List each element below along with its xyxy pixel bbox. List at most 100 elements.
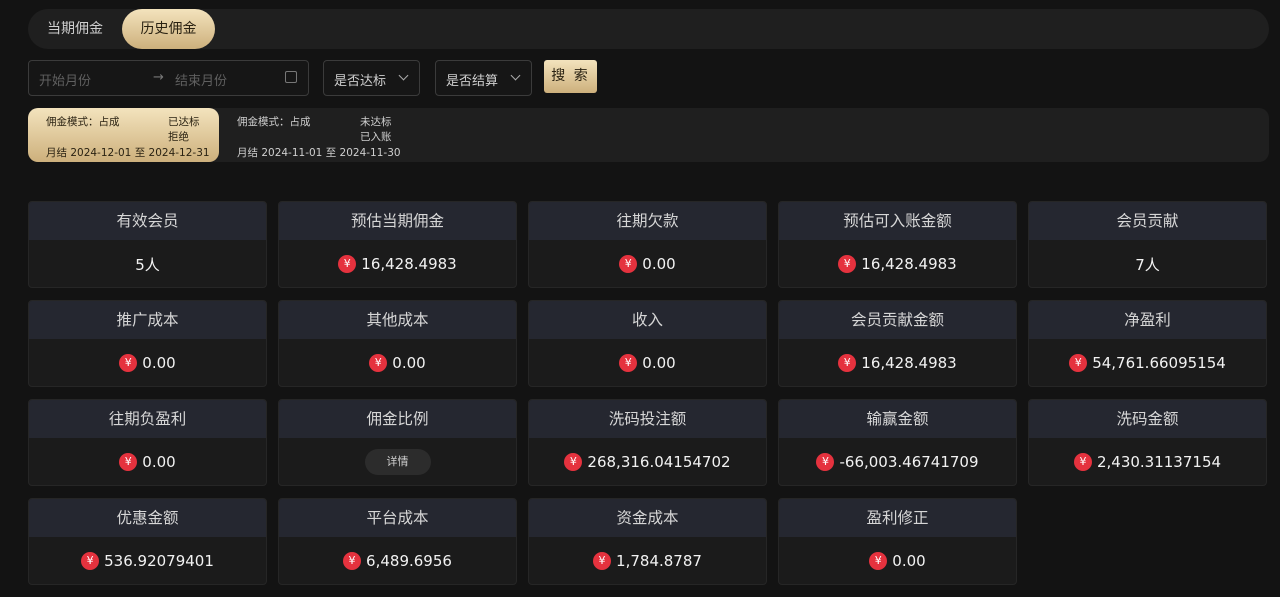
stat-card-label: 输赢金额 <box>779 400 1016 438</box>
commission-mode: 佣金模式：占成 <box>46 116 120 128</box>
stat-card-label: 佣金比例 <box>279 400 516 438</box>
yen-icon: ¥ <box>564 453 583 471</box>
period-item-selected[interactable]: 佣金模式：占成 已达标 拒绝 月结 2024-12-01 至 2024-12-3… <box>28 108 219 162</box>
stat-card-label: 优惠金额 <box>29 499 266 537</box>
stat-card: 其他成本 ¥0.00 <box>278 300 517 387</box>
yen-icon: ¥ <box>119 354 138 372</box>
stat-card-value: 0.00 <box>892 552 926 570</box>
stat-card: 会员贡献 7人 <box>1028 201 1267 288</box>
chevron-down-icon <box>510 70 521 81</box>
detail-button[interactable]: 详情 <box>364 449 431 475</box>
arrow-right-icon: → <box>153 70 164 85</box>
stat-card: 预估可入账金额 ¥16,428.4983 <box>778 201 1017 288</box>
end-month-input[interactable]: 结束月份 <box>175 70 227 89</box>
stat-card: 平台成本 ¥6,489.6956 <box>278 498 517 585</box>
stat-card-label: 会员贡献 <box>1029 202 1266 240</box>
yen-icon: ¥ <box>369 354 388 372</box>
stat-card-value: 7人 <box>1135 255 1160 274</box>
stat-card-value-row: ¥0.00 <box>779 537 1016 584</box>
qualify-status: 已达标 <box>168 116 200 128</box>
stat-card-value: 6,489.6956 <box>366 552 452 570</box>
stat-card-value-row: ¥536.92079401 <box>29 537 266 584</box>
stat-card-label: 盈利修正 <box>779 499 1016 537</box>
stat-card: 推广成本 ¥0.00 <box>28 300 267 387</box>
stat-card-label: 推广成本 <box>29 301 266 339</box>
stat-card-label: 收入 <box>529 301 766 339</box>
period-item[interactable]: 佣金模式：占成 未达标 已入账 月结 2024-11-01 至 2024-11-… <box>219 108 409 162</box>
calendar-icon[interactable] <box>285 71 297 83</box>
search-button[interactable]: 搜 索 <box>544 60 597 93</box>
stat-card-value: 0.00 <box>392 354 426 372</box>
stat-card-value-row: 5人 <box>29 240 266 287</box>
stat-card-value-row: ¥0.00 <box>29 339 266 386</box>
stat-card-value: 16,428.4983 <box>861 255 957 273</box>
yen-icon: ¥ <box>338 255 357 273</box>
stat-card-value: 0.00 <box>142 354 176 372</box>
yen-icon: ¥ <box>838 255 857 273</box>
stat-card-value: 0.00 <box>142 453 176 471</box>
settled-select[interactable]: 是否结算 <box>435 60 532 96</box>
stat-card-label: 往期欠款 <box>529 202 766 240</box>
qualified-select[interactable]: 是否达标 <box>323 60 420 96</box>
stat-card: 盈利修正 ¥0.00 <box>778 498 1017 585</box>
settle-status: 拒绝 <box>168 131 189 143</box>
stat-card: 净盈利 ¥54,761.66095154 <box>1028 300 1267 387</box>
stat-card: 往期负盈利 ¥0.00 <box>28 399 267 486</box>
stat-card-label: 往期负盈利 <box>29 400 266 438</box>
stat-card-label: 会员贡献金额 <box>779 301 1016 339</box>
stat-card-value: -66,003.46741709 <box>839 453 979 471</box>
stat-card-value-row: 7人 <box>1029 240 1266 287</box>
stat-card-value-row: ¥268,316.04154702 <box>529 438 766 485</box>
stat-card-value: 54,761.66095154 <box>1092 354 1226 372</box>
stat-card: 往期欠款 ¥0.00 <box>528 201 767 288</box>
stat-card-value-row: ¥16,428.4983 <box>779 240 1016 287</box>
qualify-status: 未达标 <box>360 116 392 128</box>
stat-card: 资金成本 ¥1,784.8787 <box>528 498 767 585</box>
yen-icon: ¥ <box>619 354 638 372</box>
stat-card: 输赢金额 ¥ -66,003.46741709 <box>778 399 1017 486</box>
stat-card: 会员贡献金额 ¥16,428.4983 <box>778 300 1017 387</box>
stat-card-value-row: ¥ -66,003.46741709 <box>779 438 1016 485</box>
start-month-input[interactable]: 开始月份 <box>39 70 91 89</box>
stat-card-value-row: 详情 <box>279 438 516 485</box>
stat-card-label: 预估当期佣金 <box>279 202 516 240</box>
stat-card-value: 536.92079401 <box>104 552 214 570</box>
tab-bar: 当期佣金 历史佣金 <box>28 9 1269 49</box>
stat-card: 收入 ¥0.00 <box>528 300 767 387</box>
month-range-picker[interactable]: 开始月份 → 结束月份 <box>28 60 309 96</box>
stat-card-label: 资金成本 <box>529 499 766 537</box>
period-range: 月结 2024-11-01 至 2024-11-30 <box>237 147 401 159</box>
settled-select-value: 是否结算 <box>446 74 499 89</box>
stat-card-value-row: ¥16,428.4983 <box>279 240 516 287</box>
stat-card-label: 洗码投注额 <box>529 400 766 438</box>
stat-card-value-row: ¥0.00 <box>529 240 766 287</box>
stat-card-value-row: ¥0.00 <box>279 339 516 386</box>
tab-current-commission[interactable]: 当期佣金 <box>32 9 118 49</box>
qualified-select-value: 是否达标 <box>334 74 387 89</box>
stat-card-value: 0.00 <box>642 255 676 273</box>
yen-icon: ¥ <box>1069 354 1088 372</box>
chevron-down-icon <box>398 70 409 81</box>
stat-card-label: 净盈利 <box>1029 301 1266 339</box>
stat-card-label: 其他成本 <box>279 301 516 339</box>
stat-card: 佣金比例 详情 <box>278 399 517 486</box>
stat-card-value: 1,784.8787 <box>616 552 702 570</box>
yen-icon: ¥ <box>343 552 362 570</box>
period-range: 月结 2024-12-01 至 2024-12-31 <box>46 147 210 159</box>
stat-card-value-row: ¥16,428.4983 <box>779 339 1016 386</box>
stat-card-value: 5人 <box>135 255 160 274</box>
stat-card: 预估当期佣金 ¥16,428.4983 <box>278 201 517 288</box>
settle-status: 已入账 <box>360 131 392 143</box>
stat-card-value-row: ¥0.00 <box>29 438 266 485</box>
stat-card-value-row: ¥54,761.66095154 <box>1029 339 1266 386</box>
period-list: 佣金模式：占成 已达标 拒绝 月结 2024-12-01 至 2024-12-3… <box>28 108 1269 162</box>
stat-card-value-row: ¥2,430.31137154 <box>1029 438 1266 485</box>
yen-icon: ¥ <box>816 453 835 471</box>
stat-card: 有效会员 5人 <box>28 201 267 288</box>
stat-card-value: 2,430.31137154 <box>1096 453 1222 471</box>
stat-card-label: 洗码金额 <box>1029 400 1266 438</box>
stat-card-value-row: ¥6,489.6956 <box>279 537 516 584</box>
stat-card-value: 0.00 <box>642 354 676 372</box>
tab-history-commission[interactable]: 历史佣金 <box>122 9 215 49</box>
stat-card-label: 预估可入账金额 <box>779 202 1016 240</box>
